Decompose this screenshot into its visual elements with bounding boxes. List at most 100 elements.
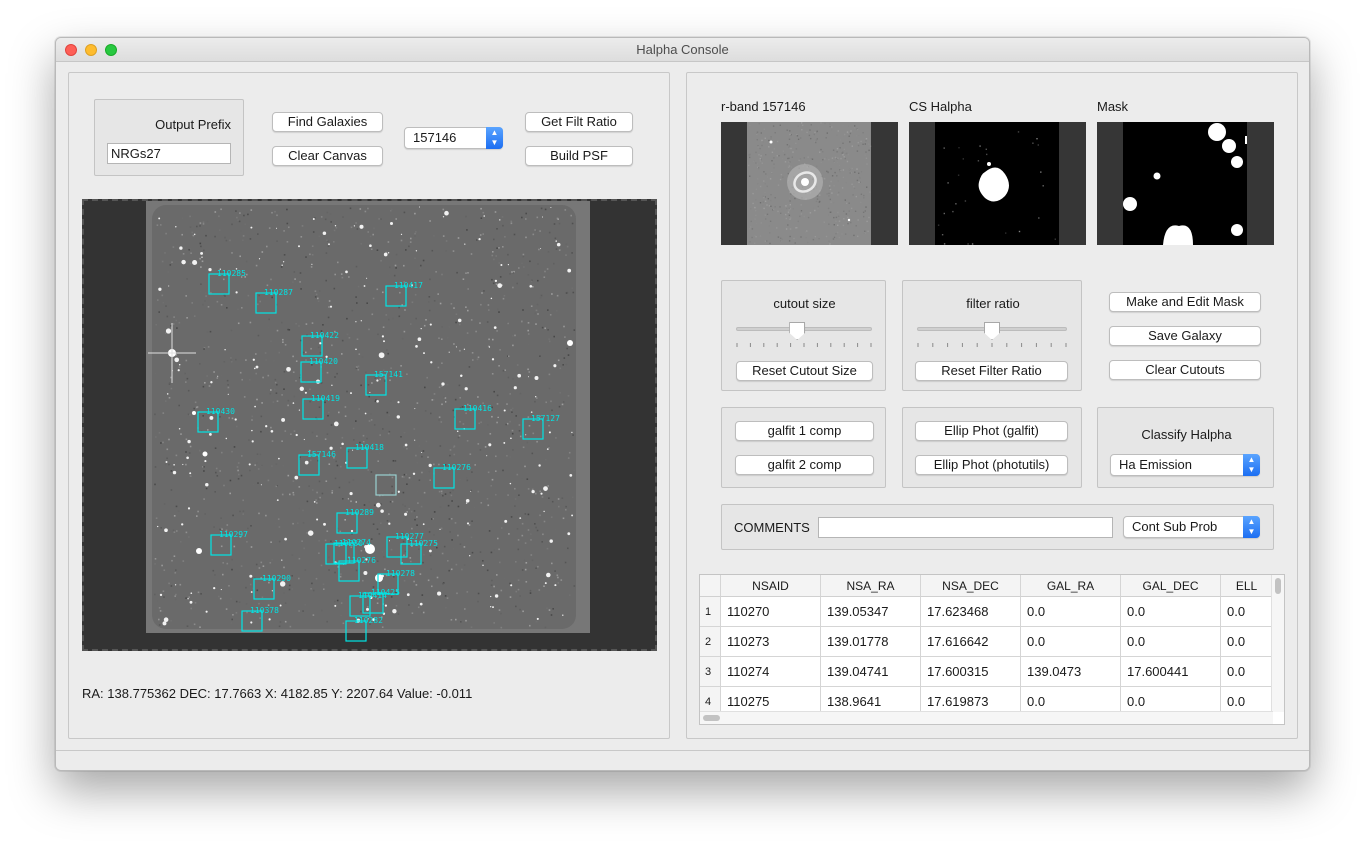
vertical-scroll-thumb[interactable] (1275, 578, 1281, 594)
table-cell[interactable]: 17.623468 (921, 597, 1021, 627)
rband-image (747, 122, 872, 245)
galaxy-marker-label: 157141 (374, 370, 403, 379)
galaxy-select[interactable]: 157146 ▲ ▼ (404, 127, 503, 149)
table-header-cell[interactable]: ELL (1221, 575, 1273, 597)
chevron-updown-icon: ▲ ▼ (1243, 454, 1260, 476)
ellip-phot-group: Ellip Phot (galfit) Ellip Phot (photutil… (902, 407, 1082, 488)
chevron-updown-icon: ▲ ▼ (486, 127, 503, 149)
status-bar (56, 750, 1309, 770)
galaxy-marker-label: 157127 (531, 414, 560, 423)
filter-ratio-group: filter ratio Reset Filter Ratio (902, 280, 1082, 391)
galaxy-marker-label: 110419 (311, 394, 340, 403)
make-edit-mask-button[interactable]: Make and Edit Mask (1109, 292, 1261, 312)
cutout-size-slider[interactable] (789, 322, 806, 340)
galaxy-marker-label: 110276 (347, 556, 376, 565)
classify-label: Classify Halpha (1141, 427, 1232, 442)
horizontal-scrollbar[interactable] (700, 711, 1273, 724)
vertical-scrollbar[interactable] (1271, 575, 1284, 712)
close-window-button[interactable] (65, 44, 77, 56)
galaxy-marker-label: 110416 (463, 404, 492, 413)
galaxy-marker-label: 110414 (358, 591, 387, 600)
table-cell[interactable]: 0.0 (1221, 627, 1273, 657)
mask-image (1123, 122, 1247, 245)
halpha-title: CS Halpha (909, 99, 972, 114)
reset-cutout-size-button[interactable]: Reset Cutout Size (736, 361, 873, 381)
table-cell[interactable]: 110270 (721, 597, 821, 627)
galaxy-marker-label: 110278 (386, 569, 415, 578)
galaxy-marker-label: 110430 (206, 407, 235, 416)
output-prefix-label: Output Prefix (155, 117, 231, 132)
main-window: Halpha Console Output Prefix NRGs27 Find… (55, 37, 1310, 771)
table-cell[interactable]: 0.0 (1021, 597, 1121, 627)
table-row-header[interactable]: 2 (700, 627, 721, 657)
save-galaxy-button[interactable]: Save Galaxy (1109, 326, 1261, 346)
galfit-2-comp-button[interactable]: galfit 2 comp (735, 455, 874, 475)
galaxy-marker-label: 110420 (309, 357, 338, 366)
ellip-phot-photutils-button[interactable]: Ellip Phot (photutils) (915, 455, 1068, 475)
table-cell[interactable]: 0.0 (1121, 627, 1221, 657)
mask-title: Mask (1097, 99, 1129, 114)
build-psf-button[interactable]: Build PSF (525, 146, 633, 166)
table-cell[interactable]: 139.04741 (821, 657, 921, 687)
table-header-cell[interactable]: GAL_DEC (1121, 575, 1221, 597)
table-row-header[interactable]: 3 (700, 657, 721, 687)
chevron-updown-icon: ▲ ▼ (1243, 516, 1260, 538)
rband-cutout[interactable] (721, 122, 898, 245)
table-cell[interactable]: 139.01778 (821, 627, 921, 657)
table-cell[interactable]: 17.600441 (1121, 657, 1221, 687)
filter-ratio-label: filter ratio (966, 296, 1020, 311)
table-header-cell[interactable]: NSAID (721, 575, 821, 597)
horizontal-scroll-thumb[interactable] (703, 715, 720, 721)
table-cell[interactable]: 110273 (721, 627, 821, 657)
coordinate-readout: RA: 138.775362 DEC: 17.7663 X: 4182.85 Y… (82, 686, 473, 701)
galaxy-marker-label: 110417 (394, 281, 423, 290)
table-cell[interactable]: 17.600315 (921, 657, 1021, 687)
mask-cutout[interactable] (1097, 122, 1274, 245)
table-cell[interactable]: 17.616642 (921, 627, 1021, 657)
title-bar: Halpha Console (56, 38, 1309, 62)
table-header-cell[interactable]: GAL_RA (1021, 575, 1121, 597)
output-prefix-group: Output Prefix NRGs27 (94, 99, 244, 176)
classify-select-value: Ha Emission (1119, 457, 1192, 472)
right-panel: r-band 157146 CS Halpha Mask cutout size… (686, 72, 1298, 739)
table-cell[interactable]: 0.0 (1121, 597, 1221, 627)
classify-select[interactable]: Ha Emission ▲ ▼ (1110, 454, 1260, 476)
comment-flag-select[interactable]: Cont Sub Prob ▲ ▼ (1123, 516, 1260, 538)
table-cell[interactable]: 110274 (721, 657, 821, 687)
comments-field[interactable] (818, 517, 1113, 538)
zoom-window-button[interactable] (105, 44, 117, 56)
left-panel: Output Prefix NRGs27 Find Galaxies Clear… (68, 72, 670, 739)
table-corner (700, 575, 721, 597)
galaxy-table: NSAID NSA_RA NSA_DEC GAL_RA GAL_DEC ELL 1 1102… (699, 574, 1285, 725)
table-cell[interactable]: 0.0 (1221, 657, 1273, 687)
table-cell[interactable]: 139.0473 (1021, 657, 1121, 687)
table-row-header[interactable]: 1 (700, 597, 721, 627)
minimize-window-button[interactable] (85, 44, 97, 56)
sky-image: 110285 110287 110417 110422 110420 157141 1104… (84, 201, 655, 649)
ellip-phot-galfit-button[interactable]: Ellip Phot (galfit) (915, 421, 1068, 441)
table-cell[interactable]: 139.05347 (821, 597, 921, 627)
comment-flag-value: Cont Sub Prob (1132, 519, 1218, 534)
galaxy-marker-label: 110290 (262, 574, 291, 583)
galfit-1-comp-button[interactable]: galfit 1 comp (735, 421, 874, 441)
galaxy-marker-label: 110275 (409, 539, 438, 548)
halpha-cutout[interactable] (909, 122, 1086, 245)
galaxy-marker-label: 110418 (355, 443, 384, 452)
output-prefix-field[interactable]: NRGs27 (107, 143, 231, 164)
table-cell[interactable]: 0.0 (1021, 627, 1121, 657)
table-header-cell[interactable]: NSA_DEC (921, 575, 1021, 597)
find-galaxies-button[interactable]: Find Galaxies (272, 112, 383, 132)
rband-title: r-band 157146 (721, 99, 806, 114)
galaxy-marker-label: 110378 (250, 606, 279, 615)
table-header-cell[interactable]: NSA_RA (821, 575, 921, 597)
get-filt-ratio-button[interactable]: Get Filt Ratio (525, 112, 633, 132)
image-canvas[interactable]: 110285 110287 110417 110422 110420 157141 1104… (82, 199, 657, 651)
reset-filter-ratio-button[interactable]: Reset Filter Ratio (915, 361, 1068, 381)
clear-cutouts-button[interactable]: Clear Cutouts (1109, 360, 1261, 380)
galaxy-marker-label: 157146 (307, 450, 336, 459)
filter-ratio-slider[interactable] (984, 322, 1000, 340)
table-cell[interactable]: 0.0 (1221, 597, 1273, 627)
clear-canvas-button[interactable]: Clear Canvas (272, 146, 383, 166)
galaxy-marker-label: 110422 (310, 331, 339, 340)
cutout-size-ticks (736, 343, 872, 347)
